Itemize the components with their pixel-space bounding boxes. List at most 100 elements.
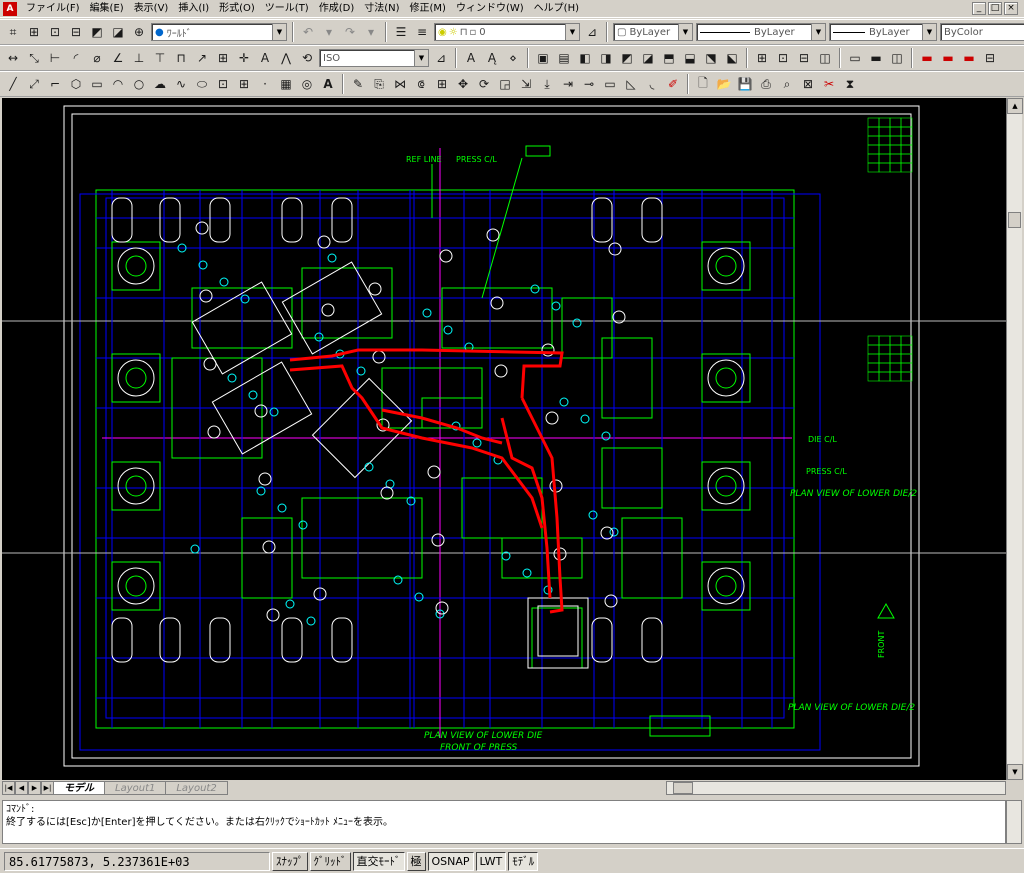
dimstyle-combo[interactable]: ISO ▼: [319, 49, 429, 67]
model-toggle[interactable]: ﾓﾃﾞﾙ: [508, 851, 539, 871]
menu-format[interactable]: 形式(O): [214, 1, 260, 17]
view-se-iso-icon[interactable]: ⬓: [681, 49, 699, 67]
tolerance-icon[interactable]: ⊞: [214, 49, 232, 67]
lwt-toggle[interactable]: LWT: [475, 851, 507, 871]
plotstyle-combo[interactable]: ByColor ▼: [940, 23, 1024, 41]
view-top-icon[interactable]: ▣: [534, 49, 552, 67]
dim-angular-icon[interactable]: ∠: [109, 49, 127, 67]
text-find-icon[interactable]: ⋄: [504, 49, 522, 67]
menu-tools[interactable]: ツール(T): [260, 1, 314, 17]
stretch-icon[interactable]: ⇲: [517, 75, 535, 93]
hatch-icon[interactable]: ▦: [277, 75, 295, 93]
layer-red-3-icon[interactable]: ▬: [960, 49, 978, 67]
tab-layout1[interactable]: Layout1: [104, 781, 167, 795]
layer-previous-icon[interactable]: ≡: [413, 23, 431, 41]
menu-dimension[interactable]: 寸法(N): [359, 1, 404, 17]
layer-red-2-icon[interactable]: ▬: [939, 49, 957, 67]
cut-icon[interactable]: ✂: [820, 75, 838, 93]
vertical-scrollbar[interactable]: ▲ ▼: [1006, 98, 1023, 780]
undo-dropdown-icon[interactable]: ▾: [320, 23, 338, 41]
quick-dim-icon[interactable]: ⊥: [130, 49, 148, 67]
dim-continue-icon[interactable]: ⊓: [172, 49, 190, 67]
line-icon[interactable]: ╱: [4, 75, 22, 93]
view-front-icon[interactable]: ◩: [618, 49, 636, 67]
dim-text-edit-icon[interactable]: ⋀: [277, 49, 295, 67]
center-mark-icon[interactable]: ✛: [235, 49, 253, 67]
insert-block-icon[interactable]: ⊡: [214, 75, 232, 93]
mirror-icon[interactable]: ⋈: [391, 75, 409, 93]
menu-view[interactable]: 表示(V): [129, 1, 174, 17]
redo-dropdown-icon[interactable]: ▾: [362, 23, 380, 41]
color-combo[interactable]: ▢ ByLayer ▼: [613, 23, 693, 41]
spline-icon[interactable]: ∿: [172, 75, 190, 93]
print-preview-icon[interactable]: ⌕: [778, 75, 796, 93]
command-scrollbar[interactable]: [1006, 800, 1022, 844]
horizontal-scrollbar[interactable]: [666, 781, 1006, 795]
dim-radius-icon[interactable]: ◜: [67, 49, 85, 67]
grid-toggle[interactable]: ｸﾞﾘｯﾄﾞ: [309, 851, 351, 871]
ortho-toggle[interactable]: 直交ﾓｰﾄﾞ: [352, 851, 405, 871]
dim-update-icon[interactable]: ⟲: [298, 49, 316, 67]
text-edit-icon[interactable]: Ą: [483, 49, 501, 67]
layer-red-icon[interactable]: ▬: [918, 49, 936, 67]
layer-combo[interactable]: ◉ ☼ ⊓ ▫ 0 ▼: [434, 23, 580, 41]
rectangle-icon[interactable]: ▭: [88, 75, 106, 93]
viewport-icon[interactable]: ▭: [846, 49, 864, 67]
explode-icon[interactable]: ✐: [664, 75, 682, 93]
open-file-icon[interactable]: 📂: [715, 75, 733, 93]
ucs-origin-icon[interactable]: ⊕: [130, 23, 148, 41]
ucs-5-icon[interactable]: ◫: [816, 49, 834, 67]
ucs-icon[interactable]: ⌗: [4, 23, 22, 41]
region-icon[interactable]: ◎: [298, 75, 316, 93]
trim-icon[interactable]: ⤓: [538, 75, 556, 93]
print-icon[interactable]: ⎙: [757, 75, 775, 93]
tab-model[interactable]: モデル: [53, 781, 105, 795]
menu-help[interactable]: ヘルプ(H): [529, 1, 584, 17]
minimize-button[interactable]: _: [972, 2, 986, 15]
layer-manager-icon[interactable]: ☰: [392, 23, 410, 41]
menu-edit[interactable]: 編集(E): [85, 1, 129, 17]
polyline-icon[interactable]: ⌐: [46, 75, 64, 93]
vertical-scroll-thumb[interactable]: [1008, 212, 1021, 228]
view-nw-iso-icon[interactable]: ⬕: [723, 49, 741, 67]
array-icon[interactable]: ⊞: [433, 75, 451, 93]
polar-toggle[interactable]: 極: [406, 851, 426, 871]
ucs-2-icon[interactable]: ⊞: [753, 49, 771, 67]
menu-window[interactable]: ウィンドウ(W): [451, 1, 529, 17]
scroll-down-icon[interactable]: ▼: [1007, 764, 1023, 780]
lineweight-combo[interactable]: ByLayer ▼: [829, 23, 937, 41]
menu-modify[interactable]: 修正(M): [405, 1, 451, 17]
move-icon[interactable]: ✥: [454, 75, 472, 93]
scroll-up-icon[interactable]: ▲: [1007, 98, 1023, 114]
leader-icon[interactable]: ↗: [193, 49, 211, 67]
publish-icon[interactable]: ⊠: [799, 75, 817, 93]
circle-icon[interactable]: ○: [130, 75, 148, 93]
restore-button[interactable]: □: [988, 2, 1002, 15]
view-bottom-icon[interactable]: ▤: [555, 49, 573, 67]
dim-ordinate-icon[interactable]: ⊢: [46, 49, 64, 67]
command-window[interactable]: ｺﾏﾝﾄﾞ: 終了するには[Esc]か[Enter]を押してください。または右ｸ…: [2, 800, 1006, 844]
ucs-object-icon[interactable]: ⊟: [67, 23, 85, 41]
viewport-3-icon[interactable]: ◫: [888, 49, 906, 67]
ucs-world-icon[interactable]: ⊞: [25, 23, 43, 41]
ucs-3-icon[interactable]: ⊡: [774, 49, 792, 67]
menu-insert[interactable]: 挿入(I): [173, 1, 214, 17]
dim-linear-icon[interactable]: ↔: [4, 49, 22, 67]
break-icon[interactable]: ▭: [601, 75, 619, 93]
dimstyle-manager-icon[interactable]: ⊿: [432, 49, 450, 67]
undo-icon[interactable]: ↶: [299, 23, 317, 41]
dim-diameter-icon[interactable]: ⌀: [88, 49, 106, 67]
mtext-icon[interactable]: A: [319, 75, 337, 93]
ucs-4-icon[interactable]: ⊟: [795, 49, 813, 67]
ucs-prev-icon[interactable]: ⊡: [46, 23, 64, 41]
ellipse-icon[interactable]: ⬭: [193, 75, 211, 93]
snap-toggle[interactable]: ｽﾅｯﾌﾟ: [272, 851, 308, 871]
construction-line-icon[interactable]: ⤢: [25, 75, 43, 93]
make-block-icon[interactable]: ⊞: [235, 75, 253, 93]
copy-icon[interactable]: ⎘: [370, 75, 388, 93]
dim-edit-icon[interactable]: A: [256, 49, 274, 67]
text-icon[interactable]: A: [462, 49, 480, 67]
osnap-toggle[interactable]: OSNAP: [427, 851, 474, 871]
paste-icon[interactable]: ⧗: [841, 75, 859, 93]
menu-draw[interactable]: 作成(D): [314, 1, 360, 17]
